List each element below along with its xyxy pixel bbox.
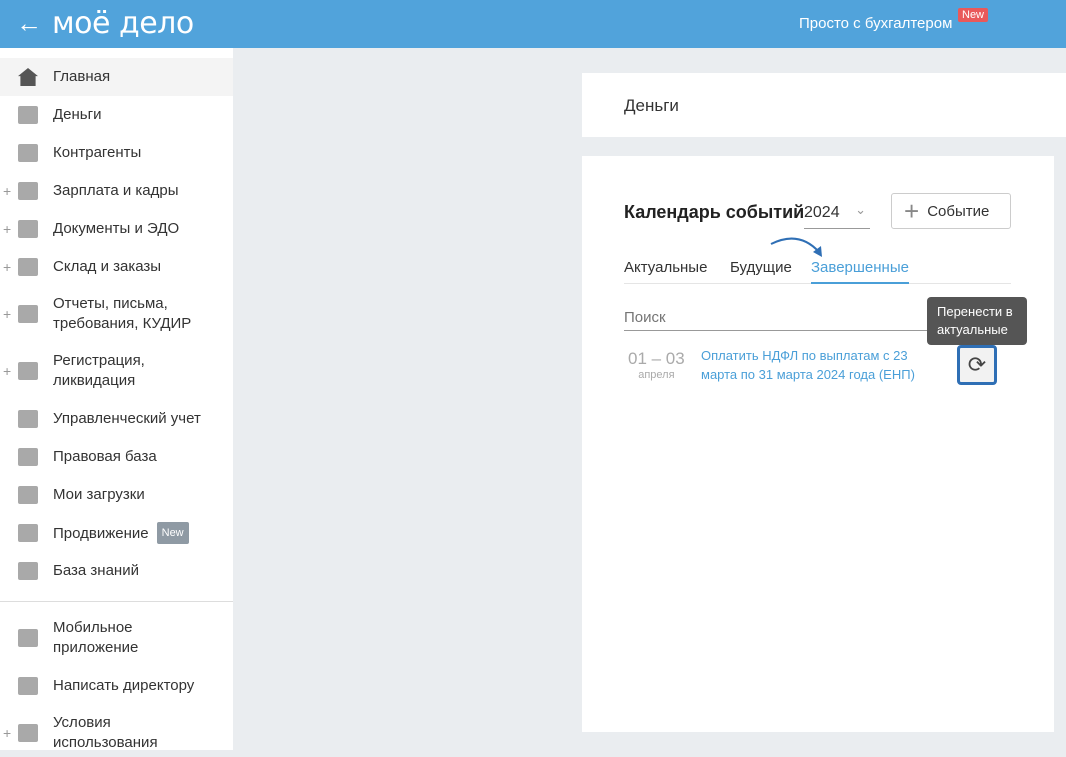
sidebar-item[interactable]: Продвижение New [0, 514, 233, 552]
move-to-actual-button[interactable]: ⟳ [957, 345, 997, 385]
sidebar-item-label: Контрагенты [53, 143, 233, 163]
event-title-link[interactable]: Оплатить НДФЛ по выплатам с 23 марта по … [701, 346, 931, 384]
contractor-icon [18, 144, 38, 162]
sidebar-item[interactable]: База знаний [0, 552, 233, 590]
back-arrow-icon[interactable]: ← [16, 8, 42, 39]
refresh-icon: ⟳ [967, 352, 987, 377]
chevron-down-icon: ⌄ [855, 202, 866, 217]
graduation-icon [18, 562, 38, 580]
money-icon [18, 106, 38, 124]
events-calendar-card: Календарь событий 2024 ⌄ + Событие Актуаль… [582, 156, 1054, 732]
sidebar-item-label: Правовая база [53, 447, 233, 467]
add-event-label: Событие [927, 202, 990, 220]
label-text: Правовая база [53, 448, 157, 465]
sidebar-item-label: Условия использования [53, 713, 203, 753]
plus-icon: + [904, 196, 920, 226]
ruble-icon [18, 410, 38, 428]
sidebar-item[interactable]: + Склад и заказы [0, 248, 233, 286]
sidebar-item[interactable]: + Документы и ЭДО [0, 210, 233, 248]
folder-icon [18, 486, 38, 504]
event-date: 01 – 03 апреля [628, 349, 685, 381]
registration-icon [18, 362, 38, 380]
expand-icon[interactable]: + [3, 183, 11, 199]
sidebar-item-label: Мобильное приложение [53, 618, 203, 658]
add-event-button[interactable]: + Событие [891, 193, 1011, 229]
new-badge: New [156, 522, 189, 544]
chat-icon [18, 677, 38, 695]
sidebar-item[interactable]: Написать директору [0, 667, 233, 705]
sidebar-item[interactable]: Правовая база [0, 438, 233, 476]
tab-completed[interactable]: Завершенные [811, 259, 909, 284]
sidebar-item-label: Деньги [53, 105, 233, 125]
new-badge: New [958, 8, 989, 22]
more-icon [18, 724, 38, 742]
section-title: Деньги [624, 96, 679, 115]
label-text: Написать директору [53, 677, 195, 694]
label-text: База знаний [53, 562, 139, 579]
sidebar-item-label: Склад и заказы [53, 257, 233, 277]
sidebar-item-label: Отчеты, письма, требования, КУДИР [53, 294, 203, 334]
chart-icon [18, 524, 38, 542]
app-header: ← моё дело Просто с бухгалтером New [0, 0, 1066, 48]
sidebar-item-label: Главная [53, 67, 233, 87]
label-text: Мои загрузки [53, 486, 145, 503]
label-text: Управленческий учет [53, 410, 201, 427]
sidebar-divider [0, 601, 233, 602]
sidebar-item-label: Управленческий учет [53, 409, 233, 429]
sidebar-item[interactable]: + Зарплата и кадры [0, 172, 233, 210]
sidebar-item[interactable]: Мои загрузки [0, 476, 233, 514]
phone-icon [18, 629, 38, 647]
tooltip: Перенести в актуальные [927, 297, 1027, 345]
label-text: Главная [53, 68, 111, 85]
sidebar-item-label: Документы и ЭДО [53, 219, 233, 239]
wallet-icon [18, 182, 38, 200]
year-select[interactable]: 2024 ⌄ [804, 194, 870, 229]
sidebar-item[interactable]: Мобильное приложение [0, 614, 233, 662]
sidebar-item-label: Регистрация, ликвидация [53, 351, 203, 391]
expand-icon[interactable]: + [3, 259, 11, 275]
sidebar-item[interactable]: Главная [0, 58, 233, 96]
expand-icon[interactable]: + [3, 363, 11, 379]
expand-icon[interactable]: + [3, 221, 11, 237]
label-text: Мобильное приложение [53, 619, 139, 656]
sidebar-item[interactable]: Управленческий учет [0, 400, 233, 438]
event-month: апреля [638, 369, 675, 381]
sidebar-item-label: Продвижение New [53, 522, 233, 544]
tab-future[interactable]: Будущие [730, 259, 792, 276]
label-text: Контрагенты [53, 144, 142, 161]
label-text: Отчеты, письма, требования, КУДИР [53, 295, 192, 332]
cart-icon [18, 258, 38, 276]
sidebar-item[interactable]: + Регистрация, ликвидация [0, 347, 233, 395]
expand-icon[interactable]: + [3, 725, 11, 741]
sidebar: Главная Деньги Контрагенты + Зарплата и кадр… [0, 48, 233, 753]
home-icon [18, 68, 38, 86]
promo-link[interactable]: Просто с бухгалтером [799, 15, 952, 32]
year-value: 2024 [804, 204, 840, 221]
sidebar-item-label: Мои загрузки [53, 485, 233, 505]
label-text: Продвижение [53, 525, 149, 542]
calendar-title: Календарь событий [624, 202, 805, 222]
event-date-range: 01 – 03 [628, 349, 685, 368]
briefcase-icon [18, 448, 38, 466]
expand-icon[interactable]: + [3, 306, 11, 322]
tab-actual[interactable]: Актуальные [624, 259, 707, 276]
sidebar-item-label: База знаний [53, 561, 233, 581]
folder-icon [18, 220, 38, 238]
label-text: Склад и заказы [53, 258, 162, 275]
sidebar-item[interactable]: + Отчеты, письма, требования, КУДИР [0, 290, 233, 338]
sidebar-item[interactable]: Контрагенты [0, 134, 233, 172]
label-text: Деньги [53, 106, 102, 123]
sidebar-item-label: Написать директору [53, 676, 233, 696]
report-icon [18, 305, 38, 323]
search-input[interactable] [624, 304, 934, 331]
section-card: Деньги [582, 73, 1066, 137]
logo[interactable]: моё дело [52, 6, 194, 41]
sidebar-item[interactable]: Деньги [0, 96, 233, 134]
tabs: Актуальные Будущие Завершенные [624, 256, 1011, 284]
label-text: Документы и ЭДО [53, 220, 180, 237]
sidebar-item-label: Зарплата и кадры [53, 181, 233, 201]
label-text: Регистрация, ликвидация [53, 352, 145, 389]
label-text: Условия использования [53, 714, 158, 751]
label-text: Зарплата и кадры [53, 182, 179, 199]
